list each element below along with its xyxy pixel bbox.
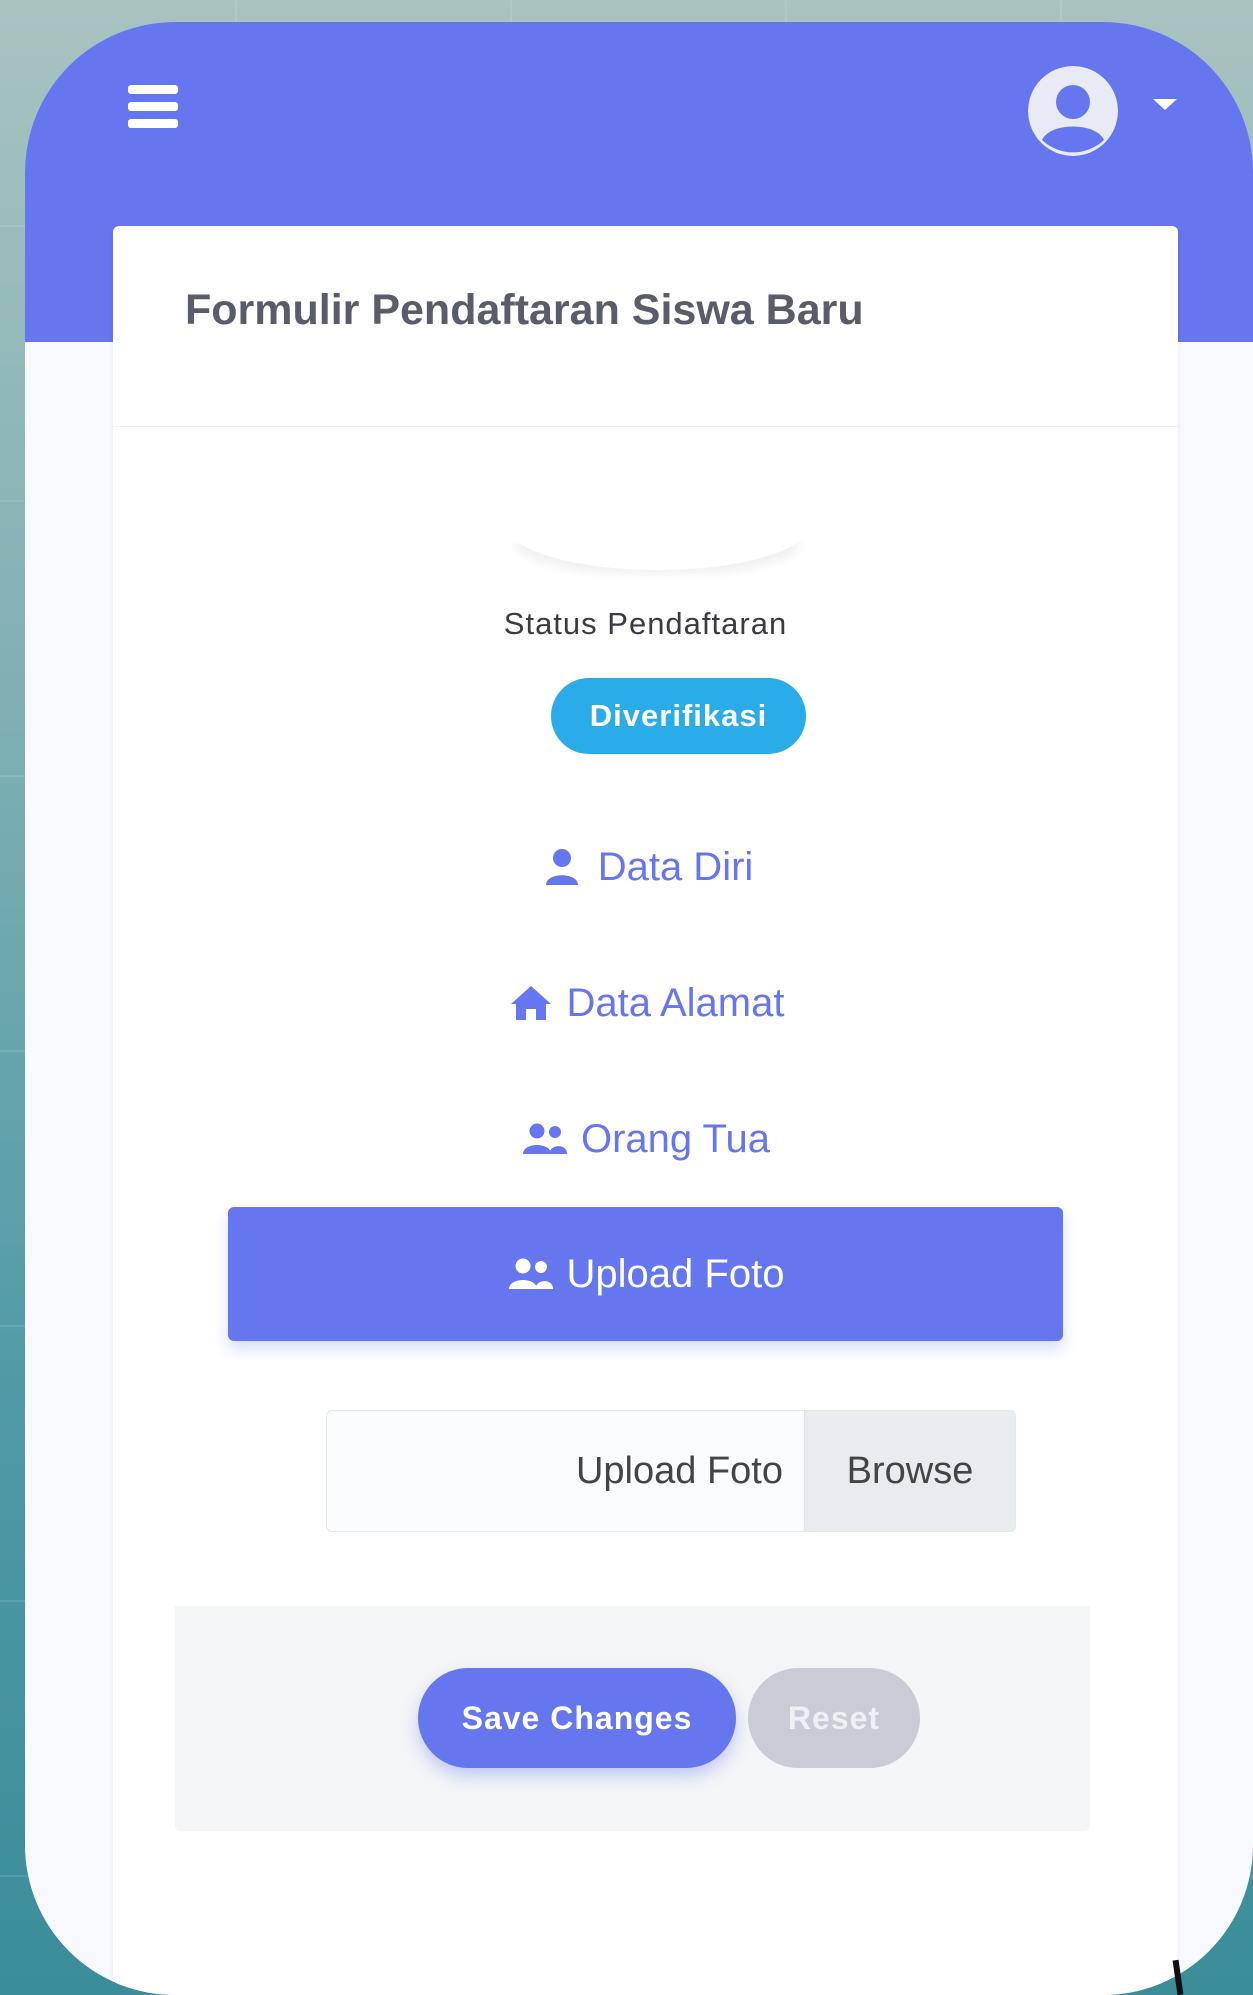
card-header: Formulir Pendaftaran Siswa Baru — [113, 226, 1178, 427]
tab-data-alamat[interactable]: Data Alamat — [228, 936, 1063, 1070]
tab-orang-tua[interactable]: Orang Tua — [228, 1072, 1063, 1206]
reset-button[interactable]: Reset — [748, 1668, 920, 1768]
user-icon — [538, 847, 586, 887]
users-icon — [507, 1254, 555, 1294]
user-circle-icon[interactable] — [1028, 66, 1118, 156]
save-changes-button[interactable]: Save Changes — [418, 1668, 736, 1768]
phone-screen: Formulir Pendaftaran Siswa Baru Status P… — [25, 22, 1253, 1995]
tab-upload-foto[interactable]: Upload Foto — [228, 1207, 1063, 1341]
browse-button[interactable]: Browse — [804, 1411, 1015, 1531]
status-badge: Diverifikasi — [551, 678, 806, 754]
file-input-placeholder: Upload Foto — [575, 1450, 783, 1492]
photo-file-input[interactable]: Upload Foto Browse — [326, 1410, 1016, 1532]
tab-label: Data Alamat — [566, 980, 785, 1025]
users-icon — [521, 1119, 569, 1159]
caret-down-icon[interactable] — [1153, 99, 1177, 110]
tab-label: Upload Foto — [566, 1251, 785, 1296]
status-label: Status Pendaftaran — [503, 606, 788, 641]
tab-label: Orang Tua — [580, 1116, 770, 1161]
registration-card: Formulir Pendaftaran Siswa Baru Status P… — [113, 226, 1178, 1995]
page-title: Formulir Pendaftaran Siswa Baru — [185, 286, 864, 334]
avatar-shadow — [508, 526, 808, 570]
hamburger-icon[interactable] — [128, 85, 178, 129]
home-icon — [507, 983, 555, 1023]
tab-data-diri[interactable]: Data Diri — [228, 800, 1063, 934]
tab-label: Data Diri — [597, 844, 754, 889]
